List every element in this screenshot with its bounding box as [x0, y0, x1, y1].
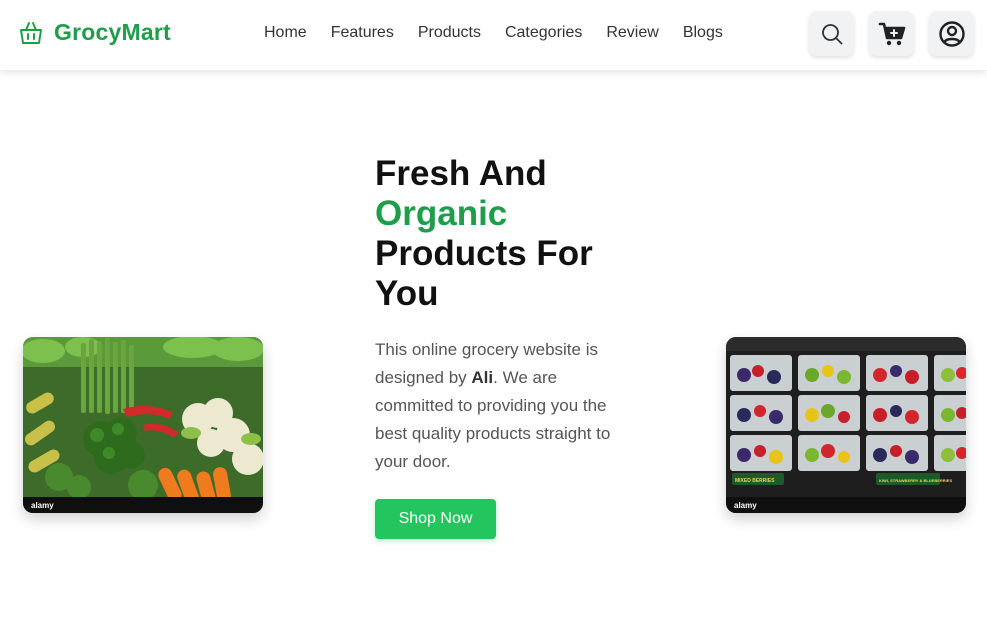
- nav-link-review[interactable]: Review: [606, 24, 658, 42]
- user-button[interactable]: [929, 11, 974, 56]
- nav-link-categories[interactable]: Categories: [505, 24, 582, 42]
- hero-title-line3: Products For You: [375, 234, 593, 313]
- nav-link-home[interactable]: Home: [264, 24, 307, 42]
- shop-now-button[interactable]: Shop Now: [375, 499, 496, 539]
- brand-logo[interactable]: GrocyMart: [18, 19, 171, 46]
- nav-link-features[interactable]: Features: [331, 24, 394, 42]
- fruit-cups-illustration: MIXED BERRIES KIWI, STRAWBERRY & BLUEBER…: [726, 337, 966, 513]
- top-navbar: GrocyMart Home Features Products Categor…: [0, 0, 987, 70]
- basket-icon: [18, 20, 44, 46]
- nav-link-blogs[interactable]: Blogs: [683, 24, 723, 42]
- fruit-cups-photo: MIXED BERRIES KIWI, STRAWBERRY & BLUEBER…: [726, 337, 966, 513]
- hero-desc-author: Ali: [471, 368, 494, 387]
- search-icon: [821, 23, 842, 44]
- hero-title-line1: Fresh And: [375, 154, 547, 193]
- vegetables-illustration: alamy: [23, 337, 263, 513]
- tag-label-left: MIXED BERRIES: [735, 478, 775, 484]
- vegetables-photo: alamy: [23, 337, 263, 513]
- hero-description: This online grocery website is designed …: [375, 336, 625, 476]
- nav-link-products[interactable]: Products: [418, 24, 481, 42]
- brand-name: GrocyMart: [54, 19, 171, 45]
- tag-label-right: KIWI, STRAWBERRY & BLUEBERRIES: [879, 478, 952, 483]
- search-button[interactable]: [809, 11, 854, 56]
- watermark-right: alamy: [734, 501, 757, 510]
- hero-title-accent: Organic: [375, 194, 508, 233]
- cart-icon: [878, 22, 905, 45]
- cart-button[interactable]: [869, 11, 914, 56]
- main-nav: Home Features Products Categories Review…: [264, 24, 723, 42]
- watermark-left: alamy: [31, 501, 54, 510]
- user-circle-icon: [938, 20, 965, 47]
- hero-title: Fresh And Organic Products For You: [375, 154, 635, 314]
